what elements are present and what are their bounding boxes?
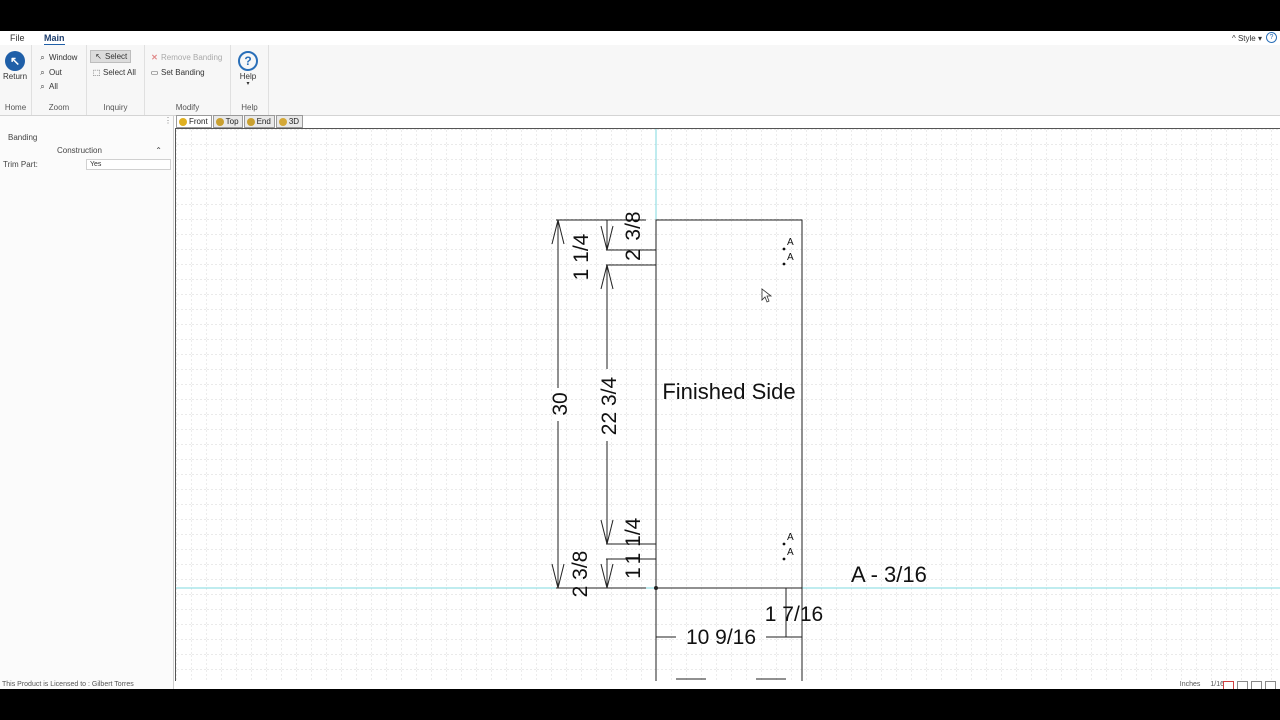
tab-file[interactable]: File — [10, 33, 25, 43]
window-icon[interactable] — [1265, 681, 1276, 689]
dropdown-arrow-icon: ▾ — [1257, 34, 1262, 43]
tab-3d-label: 3D — [288, 117, 300, 126]
select-all-icon: ⬚ — [92, 68, 101, 77]
zoom-window-label: Window — [49, 53, 78, 62]
tab-front-label: Front — [189, 117, 208, 126]
properties-panel: ⋮ Banding Construction ⌃ Trim Part: Yes — [0, 116, 174, 689]
layout-icon[interactable] — [1251, 681, 1262, 689]
zoom-out-button[interactable]: ⌕ Out — [38, 68, 62, 77]
end-view-icon — [246, 117, 255, 126]
trim-part-label: Trim Part: — [3, 160, 38, 169]
dim-horizontal-b[interactable]: 1 7/16 — [765, 603, 823, 626]
application-window: File Main ^ Style ▾ ? ↖ Return Home ⌕ Wi… — [0, 31, 1280, 689]
set-banding-button[interactable]: ▭ Set Banding — [150, 68, 205, 77]
status-icon-group — [1223, 681, 1276, 689]
dim-top-offset[interactable]: 1 1/4 — [570, 233, 593, 280]
edge-marker-a2: A — [787, 252, 794, 263]
dim-bottom-offset[interactable]: 2 3/8 — [569, 551, 592, 598]
grid-toggle-icon[interactable] — [1237, 681, 1248, 689]
return-button[interactable]: ↖ Return — [3, 51, 27, 81]
tab-3d[interactable]: 3D — [275, 115, 304, 128]
ribbon-group-help: ? Help ▾ Help — [231, 45, 269, 115]
tab-end[interactable]: End — [243, 115, 275, 128]
precision-label[interactable]: 1/16 — [1210, 681, 1224, 688]
chevron-up-icon[interactable]: ⌃ — [155, 146, 162, 155]
group-label-modify: Modify — [175, 103, 200, 112]
category-row[interactable]: Construction ⌃ — [0, 146, 170, 157]
part-label[interactable]: Finished Side — [662, 379, 795, 404]
set-banding-label: Set Banding — [161, 68, 205, 77]
zoom-out-icon: ⌕ — [40, 68, 45, 77]
dim-overall-height[interactable]: 30 — [549, 392, 572, 415]
dim-mid-span[interactable]: 22 3/4 — [598, 376, 621, 435]
select-label: Select — [105, 52, 128, 61]
zoom-all-icon: ⌕ — [40, 82, 45, 91]
help-question-icon[interactable]: ? — [1266, 32, 1277, 43]
select-all-button[interactable]: ⬚ Select All — [92, 68, 136, 77]
zoom-out-label: Out — [49, 68, 62, 77]
top-view-icon — [215, 117, 224, 126]
category-label: Construction — [57, 146, 102, 155]
tab-end-label: End — [256, 117, 271, 126]
pointer-icon: ↖ — [95, 52, 102, 61]
help-button[interactable]: ? Help ▾ — [238, 51, 258, 87]
dim-top-small-a[interactable]: 3/8 — [622, 211, 645, 240]
front-view-icon — [179, 117, 187, 126]
status-bar: This Product is Licensed to : Gilbert To… — [0, 681, 1280, 689]
ribbon-group-zoom: ⌕ Window ⌕ Out ⌕ All Zoom — [32, 45, 87, 115]
tab-top-label: Top — [225, 117, 239, 126]
units-label[interactable]: Inches — [1180, 681, 1201, 688]
return-arrow-icon: ↖ — [5, 51, 25, 71]
trim-part-field[interactable]: Yes — [86, 159, 171, 170]
zoom-window-icon: ⌕ — [40, 53, 45, 62]
group-label-inquiry: Inquiry — [103, 103, 128, 112]
set-banding-icon: ▭ — [150, 68, 159, 77]
dim-bottom-small-a[interactable]: 1 1/4 — [622, 517, 645, 564]
ribbon-group-home: ↖ Return Home — [0, 45, 32, 115]
snap-icon[interactable] — [1223, 681, 1234, 689]
grid-background — [176, 129, 1280, 681]
edge-marker-a4: A — [787, 547, 794, 558]
select-button[interactable]: ↖ Select — [90, 50, 132, 63]
origin-point — [654, 586, 658, 590]
panel-grip-icon[interactable]: ⋮ — [164, 116, 172, 125]
panel-title: Banding — [8, 133, 38, 142]
drawing-canvas[interactable]: 30 1 1/4 2 3/8 22 3/4 3/8 2 1 1/4 1 Fini… — [175, 128, 1280, 681]
status-units: Inches 1/16 — [1180, 681, 1224, 688]
group-label-home: Home — [4, 103, 27, 112]
style-menu-label: Style — [1237, 34, 1256, 43]
3d-view-icon — [278, 117, 287, 126]
banding-legend[interactable]: A - 3/16 — [851, 562, 927, 587]
ribbon-toolbar: ↖ Return Home ⌕ Window ⌕ Out ⌕ All Zoom — [0, 45, 1280, 116]
zoom-window-button[interactable]: ⌕ Window — [38, 53, 77, 62]
tab-front[interactable]: Front — [176, 115, 212, 128]
dim-top-small-b[interactable]: 2 — [622, 249, 645, 261]
collapse-ribbon-icon[interactable]: ^ — [1232, 34, 1236, 43]
remove-x-icon: ✕ — [151, 53, 158, 62]
ribbon-group-inquiry: ↖ Select ⬚ Select All Inquiry — [87, 45, 145, 115]
remove-banding-label: Remove Banding — [161, 53, 223, 62]
ribbon-group-modify: ✕ Remove Banding ▭ Set Banding Modify — [145, 45, 231, 115]
help-circle-icon: ? — [238, 51, 258, 71]
edge-marker-a3: A — [787, 532, 794, 543]
zoom-all-button[interactable]: ⌕ All — [38, 82, 58, 91]
style-menu[interactable]: ^ Style ▾ — [1232, 34, 1262, 43]
remove-banding-button[interactable]: ✕ Remove Banding — [150, 53, 222, 62]
group-label-zoom: Zoom — [48, 103, 70, 112]
select-all-label: Select All — [103, 68, 136, 77]
tab-top[interactable]: Top — [212, 115, 243, 128]
return-button-label: Return — [3, 72, 28, 81]
license-text: This Product is Licensed to : Gilbert To… — [2, 681, 134, 688]
group-label-help: Help — [241, 103, 258, 112]
drawing-svg: 30 1 1/4 2 3/8 22 3/4 3/8 2 1 1/4 1 Fini… — [176, 129, 1280, 681]
dim-horizontal-a[interactable]: 10 9/16 — [686, 626, 756, 649]
help-button-label: Help — [239, 72, 257, 81]
help-dropdown-icon: ▾ — [246, 81, 250, 87]
zoom-all-label: All — [49, 82, 58, 91]
ribbon-tab-row: File Main ^ Style ▾ ? — [0, 31, 1280, 46]
view-tabs: Front Top End 3D — [176, 115, 304, 128]
dim-bottom-small-b[interactable]: 1 — [622, 567, 645, 579]
edge-marker-a1: A — [787, 237, 794, 248]
